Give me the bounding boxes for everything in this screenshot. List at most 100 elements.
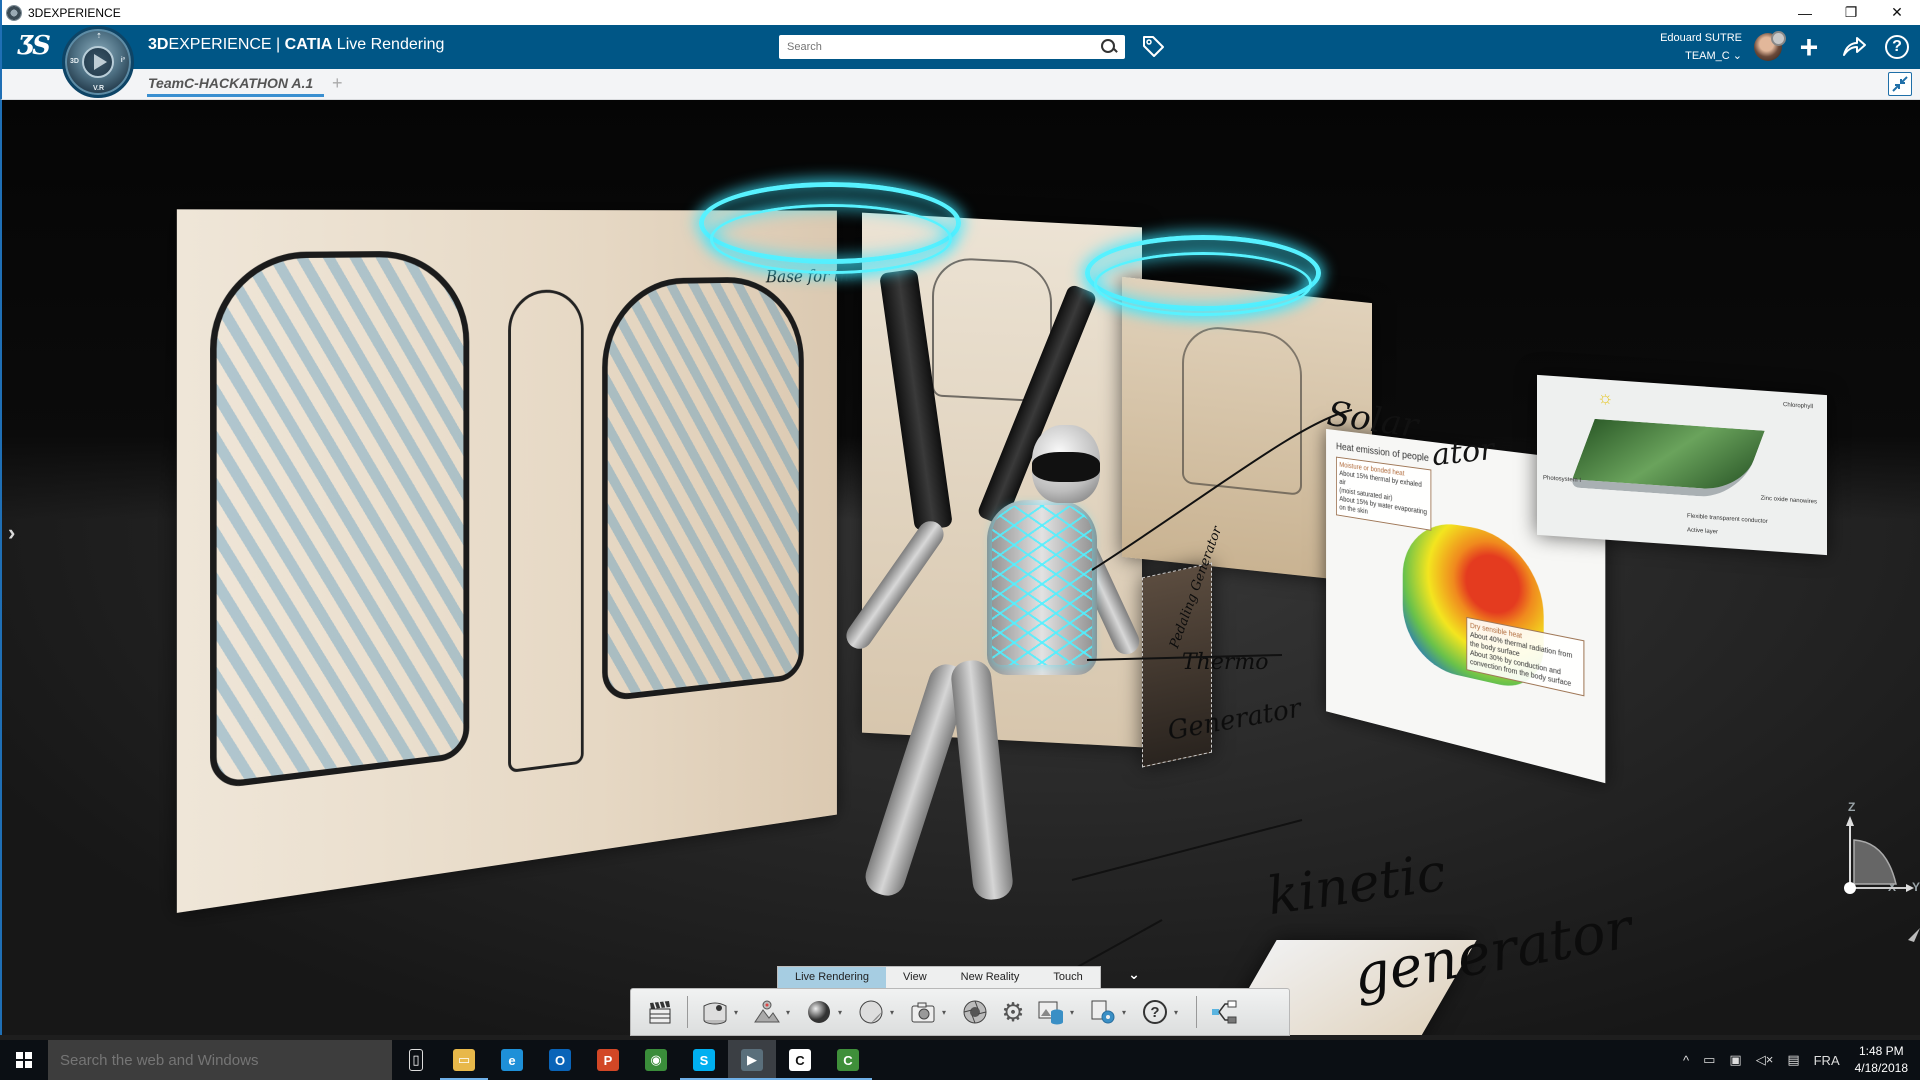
brand-app-name: Live Rendering: [332, 36, 445, 53]
user-info[interactable]: Edouard SUTRE TEAM_C ⌄: [1642, 29, 1742, 65]
brand-catia: CATIA: [284, 36, 333, 53]
light-source-dropdown[interactable]: ▾: [786, 1008, 794, 1017]
internet-explorer-taskbar-button[interactable]: e: [488, 1040, 536, 1080]
notifications-icon[interactable]: ▤: [1787, 1052, 1799, 1068]
windows-logo-icon: [16, 1052, 32, 1068]
powerpoint-taskbar-button[interactable]: P: [584, 1040, 632, 1080]
brand-3d: 3D: [148, 36, 169, 53]
render-settings-icon[interactable]: [1088, 997, 1118, 1027]
volume-muted-icon[interactable]: ◁×: [1756, 1052, 1774, 1068]
chevron-down-icon[interactable]: ⌄: [1733, 50, 1742, 62]
windows-taskbar: ▯ ▭ e O P ◉ S ▶ C C ^ ▭ ▣ ◁× ▤ FRA 1:48 PM 4/18/2…: [0, 1040, 1920, 1080]
search-input[interactable]: [779, 36, 1097, 58]
tag-icon[interactable]: [1140, 33, 1166, 59]
add-tab-button[interactable]: +: [332, 73, 343, 93]
app-brand-title: 3DEXPERIENCE | CATIA Live Rendering: [148, 36, 444, 54]
help-glyph: ?: [1885, 35, 1909, 59]
app-top-bar: ƷS 3DEXPERIENCE | CATIA Live Rendering E…: [0, 25, 1920, 69]
chrome-icon: ◉: [645, 1049, 667, 1071]
material-dropdown[interactable]: ▾: [838, 1008, 846, 1017]
settings-gear-icon[interactable]: ⚙: [998, 997, 1028, 1027]
sticker-icon[interactable]: [856, 997, 886, 1027]
tray-chevron-icon[interactable]: ^: [1683, 1053, 1689, 1068]
user-name: Edouard SUTRE: [1660, 32, 1742, 44]
taskbar-search-box: [48, 1040, 392, 1080]
clock[interactable]: 1:48 PM 4/18/2018: [1855, 1043, 1908, 1077]
tab-touch[interactable]: Touch: [1036, 967, 1099, 988]
file-explorer-icon: ▭: [453, 1049, 475, 1071]
aperture-icon[interactable]: [960, 997, 990, 1027]
share-icon[interactable]: [1840, 33, 1868, 61]
tab-teamc-hackathon[interactable]: TeamC-HACKATHON A.1: [147, 73, 324, 97]
camera-icon[interactable]: [908, 997, 938, 1027]
task-view-taskbar-button[interactable]: ▯: [392, 1040, 440, 1080]
app-icon: [6, 4, 22, 21]
environment-dropdown[interactable]: ▾: [734, 1008, 742, 1017]
file-explorer-taskbar-button[interactable]: ▭: [440, 1040, 488, 1080]
action-bar-tabs: Live Rendering View New Reality Touch: [777, 966, 1101, 988]
skype-taskbar-button[interactable]: S: [680, 1040, 728, 1080]
internet-explorer-icon: e: [501, 1049, 523, 1071]
compass-play-button[interactable]: [82, 46, 114, 78]
clock-date: 4/18/2018: [1854, 1061, 1908, 1075]
minimize-button[interactable]: —: [1782, 0, 1828, 25]
compass-icon[interactable]: 3D i³ V.R ⇡: [62, 26, 134, 98]
skype-icon: S: [693, 1049, 715, 1071]
annotation-strokes: [1071, 409, 1353, 971]
start-button[interactable]: [0, 1040, 48, 1080]
image-database-dropdown[interactable]: ▾: [1070, 1008, 1078, 1017]
sticker-dropdown[interactable]: ▾: [890, 1008, 898, 1017]
toolbar-separator: [687, 996, 688, 1028]
play-icon: [94, 54, 107, 70]
taskbar-search-input[interactable]: [60, 1051, 392, 1069]
render-settings-dropdown[interactable]: ▾: [1122, 1008, 1130, 1017]
language-indicator[interactable]: FRA: [1814, 1053, 1840, 1068]
light-source-icon[interactable]: [752, 997, 782, 1027]
clock-time: 1:48 PM: [1858, 1044, 1904, 1058]
search-icon[interactable]: [1097, 36, 1119, 58]
search-box: [779, 35, 1125, 59]
outlook-icon: O: [549, 1049, 571, 1071]
help-dropdown[interactable]: ▾: [1174, 1008, 1182, 1017]
ds-logo-icon[interactable]: ƷS: [18, 31, 52, 63]
window-title-bar: 3DEXPERIENCE — ❐ ✕: [0, 0, 1920, 25]
tree-structure-icon[interactable]: [1209, 997, 1239, 1027]
environment-icon[interactable]: [700, 997, 730, 1027]
catia-c-icon: C: [789, 1049, 811, 1071]
restore-button[interactable]: ❐: [1828, 0, 1874, 25]
help-glyph: ?: [1143, 1000, 1167, 1024]
catia-green-taskbar-button[interactable]: C: [824, 1040, 872, 1080]
3dexperience-taskbar-button[interactable]: ▶: [728, 1040, 776, 1080]
collapse-icon[interactable]: [1888, 72, 1912, 96]
team-name: TEAM_C: [1685, 50, 1730, 62]
compass-3d-label[interactable]: 3D: [70, 58, 79, 65]
chrome-taskbar-button[interactable]: ◉: [632, 1040, 680, 1080]
3d-viewport[interactable]: › Base for the Wi Heat emission of peopl…: [0, 100, 1920, 1035]
tab-bar: TeamC-HACKATHON A.1 +: [0, 69, 1920, 100]
image-database-icon[interactable]: [1036, 997, 1066, 1027]
compass-info-label[interactable]: i³: [121, 57, 125, 64]
help-icon[interactable]: ?: [1883, 33, 1911, 61]
battery-icon[interactable]: ▭: [1703, 1052, 1715, 1068]
3dexperience-icon: ▶: [741, 1049, 763, 1071]
more-tabs-chevron-icon[interactable]: ⌄: [1126, 966, 1142, 986]
tab-new-reality[interactable]: New Reality: [944, 967, 1037, 988]
powerpoint-icon: P: [597, 1049, 619, 1071]
clapperboard-icon[interactable]: [645, 997, 675, 1027]
close-button[interactable]: ✕: [1874, 0, 1920, 25]
system-tray: ^ ▭ ▣ ◁× ▤ FRA 1:48 PM 4/18/2018: [1676, 1040, 1920, 1080]
catia-c-taskbar-button[interactable]: C: [776, 1040, 824, 1080]
tab-view[interactable]: View: [886, 967, 944, 988]
camera-dropdown[interactable]: ▾: [942, 1008, 950, 1017]
plus-icon[interactable]: +: [1795, 31, 1823, 63]
material-sphere-icon[interactable]: [804, 997, 834, 1027]
compass-social-label[interactable]: ⇡: [96, 32, 102, 40]
network-icon[interactable]: ▣: [1729, 1052, 1741, 1068]
catia-green-icon: C: [837, 1049, 859, 1071]
axis-triad[interactable]: Z X Y: [1828, 800, 1920, 950]
avatar[interactable]: [1754, 31, 1786, 61]
compass-vr-label[interactable]: V.R: [93, 85, 104, 92]
outlook-taskbar-button[interactable]: O: [536, 1040, 584, 1080]
help-icon[interactable]: ?: [1140, 997, 1170, 1027]
tab-live-rendering[interactable]: Live Rendering: [778, 967, 886, 988]
